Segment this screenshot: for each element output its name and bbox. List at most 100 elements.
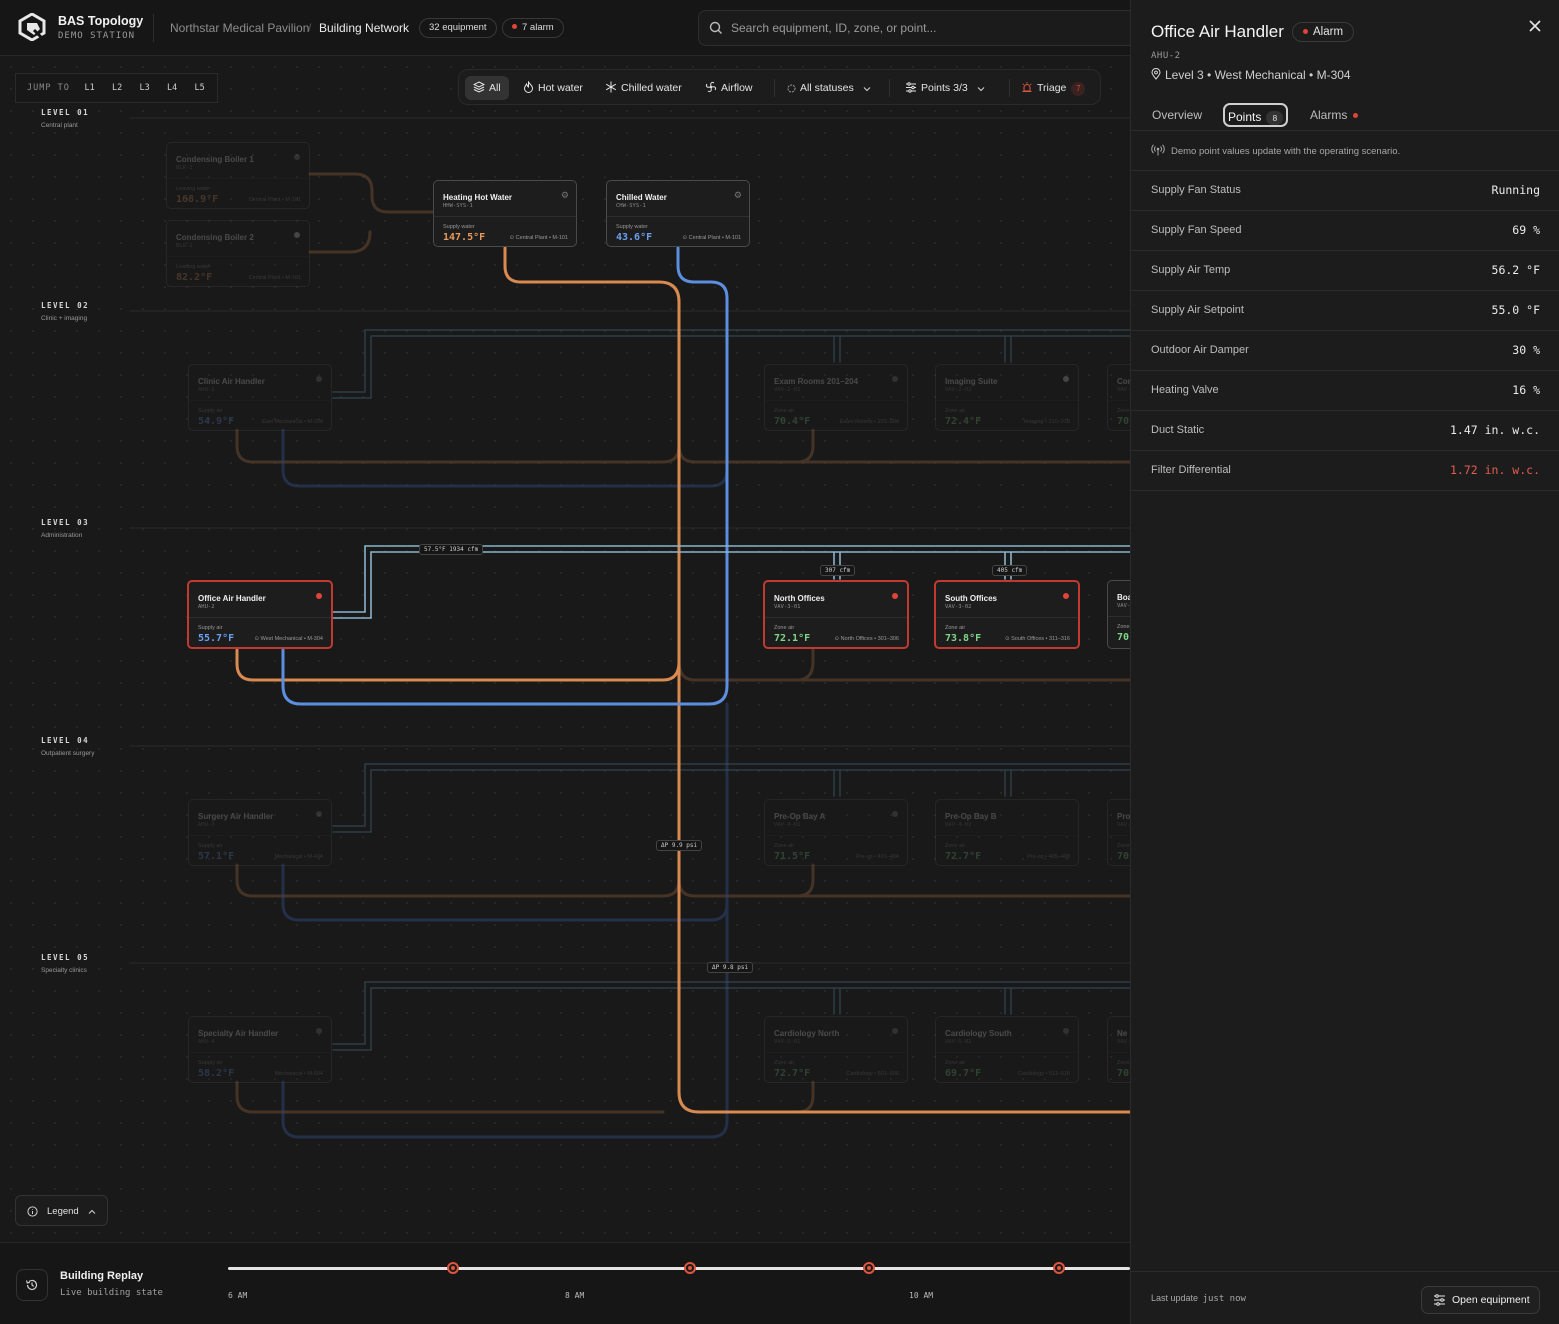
chw-supply-riser [281,246,729,706]
equipment-card-imaging-suite[interactable]: Imaging Suite VAV-2-02 Zone air 72.4°F Ima… [935,364,1079,431]
timeline-alarm-marker[interactable] [863,1262,875,1274]
timeline-tick-label: 10 AM [909,1291,934,1300]
jump-to-label: JUMP TO [27,83,70,93]
location-pin-label: ⊙ South Offices • 311–316 [1004,636,1070,642]
level-subtitle-2: Clinic + imaging [41,315,88,322]
equipment-card-exam-rooms[interactable]: Exam Rooms 201–204 VAV-2-01 Zone air 70.4°… [764,364,908,431]
open-equipment-button[interactable]: Open equipment [1421,1286,1540,1314]
north-airflow-tag: 307 cfm [820,565,856,576]
timeline-alarm-marker[interactable] [684,1262,696,1274]
equipment-card-preop-b[interactable]: Pre-Op Bay B VAV-4-02 Zone air 72.7°F Pre-… [935,799,1079,866]
equipment-detail-panel: Office Air Handler Alarm AHU-2 Level 3 •… [1130,0,1559,1324]
hot-zone-drop [795,645,815,682]
breadcrumb-separator: / [308,21,312,35]
level-title-5: LEVEL 05 [41,953,90,962]
hot-branch-l4-zones [677,878,1130,898]
replay-title: Building Replay [60,1270,144,1282]
tab-alarms[interactable]: Alarms [1306,103,1362,127]
point-row[interactable]: Supply Air Setpoint 55.0 °F [1131,291,1559,331]
equipment-card-heating-hot-water[interactable]: Heating Hot Water HHW-SYS-1 ⚙ Supply wate… [433,180,577,247]
timeline-alarm-marker[interactable] [1053,1262,1065,1274]
point-value: 69 % [1512,223,1540,237]
info-icon [27,1206,38,1217]
filter-chilled-water-button[interactable]: Chilled water [599,76,688,100]
filter-all-button[interactable]: All [465,76,509,100]
point-name: Supply Fan Status [1151,184,1241,196]
timeline-alarm-marker[interactable] [447,1262,459,1274]
gear-icon: ⚙ [560,190,569,200]
equipment-card-boiler-2[interactable]: Condensing Boiler 2 BLR-2 Leaving water 82… [166,220,310,287]
timeline-tick-label: 6 AM [228,1291,248,1300]
point-name: Supply Fan Speed [1151,224,1242,236]
point-value: 16 % [1512,383,1540,397]
jump-level-1[interactable]: L1 [76,83,104,93]
close-panel-button[interactable] [1526,16,1544,36]
hot-return-zones [677,660,1130,682]
jump-level-3[interactable]: L3 [131,83,159,93]
app-subtitle: DEMO STATION [58,31,136,41]
snowflake-icon [605,81,617,93]
equipment-card-office-ahu[interactable]: Office Air Handler AHU-2 Supply air 55.7°F… [187,580,333,649]
point-row[interactable]: Supply Fan Speed 69 % [1131,211,1559,251]
points-count-badge: 8 [1266,111,1284,125]
point-row[interactable]: Supply Fan Status Running [1131,171,1559,211]
filter-hot-water-button[interactable]: Hot water [517,76,589,100]
chilled-branch-l5 [281,1080,729,1139]
replay-subtitle: Live building state [60,1288,163,1298]
air-drop [833,769,1012,797]
tab-points[interactable]: Points 8 [1223,103,1289,127]
point-row[interactable]: Heating Valve 16 % [1131,371,1559,411]
point-value: 30 % [1512,343,1540,357]
jump-level-2[interactable]: L2 [103,83,131,93]
hot-branch-l2 [235,428,681,464]
alarm-dot-icon [1353,113,1359,118]
siren-icon [1022,82,1032,92]
point-row[interactable]: Outdoor Air Damper 30 % [1131,331,1559,371]
jump-level-4[interactable]: L4 [158,83,186,93]
status-dot [294,232,300,238]
equipment-card-preop-a[interactable]: Pre-Op Bay A VAV-4-01 Zone air 71.5°F Pre-… [764,799,908,866]
point-name: Supply Air Setpoint [1151,304,1244,316]
panel-title: Office Air Handler [1151,22,1284,41]
level-subtitle-3: Administration [41,532,83,539]
equipment-card-clinic-ahu[interactable]: Clinic Air Handler AHU-1 Supply air 54.9°F… [188,364,332,431]
point-row[interactable]: Supply Air Temp 56.2 °F [1131,251,1559,291]
level-title-1: LEVEL 01 [41,108,90,117]
points-list: Supply Fan Status Running Supply Fan Speed… [1131,171,1559,491]
triage-button[interactable]: Triage 7 [1015,76,1091,100]
app-title: BAS Topology [58,14,144,28]
equipment-card-cardiology-south[interactable]: Cardiology South VAV-5-02 Zone air 69.7°F … [935,1016,1079,1083]
level-subtitle-5: Specialty clinics [41,967,87,974]
equipment-card-chilled-water[interactable]: Chilled Water CHW-SYS-1 ⚙ Supply water 43.… [606,180,750,247]
tab-overview[interactable]: Overview [1148,103,1206,127]
equipment-card-boiler-1[interactable]: Condensing Boiler 1 BLR-1 Leaving water 16… [166,142,310,209]
point-name: Outdoor Air Damper [1151,344,1249,356]
equipment-card-north-offices[interactable]: North Offices VAV-3-01 Zone air 72.1°F ⊙ N… [763,580,909,649]
legend-button[interactable]: Legend [15,1195,108,1226]
app-logo-icon [18,13,46,41]
fan-icon [705,81,717,93]
point-row[interactable]: Filter Differential 1.72 in. w.c. [1131,451,1559,491]
breadcrumb-site[interactable]: Northstar Medical Pavilion [170,21,309,35]
building-replay-bar: Building Replay Live building state 6 AM… [0,1242,1130,1324]
timeline-track[interactable] [228,1267,1130,1270]
points-filter-dropdown[interactable]: Points 3/3 [899,76,991,100]
alarm-dot-icon [512,24,517,29]
search-input[interactable] [731,18,1131,38]
history-icon[interactable] [16,1269,48,1301]
hot-branch-l2-zones [677,444,1130,464]
search-box[interactable] [698,10,1148,46]
equipment-card-surgery-ahu[interactable]: Surgery Air Handler AHU-3 Supply air 57.1°… [188,799,332,866]
point-row[interactable]: Duct Static 1.47 in. w.c. [1131,411,1559,451]
filter-airflow-button[interactable]: Airflow [699,76,759,100]
alarm-count-badge[interactable]: 7 alarm [502,18,564,38]
equipment-card-cardiology-north[interactable]: Cardiology North VAV-5-01 Zone air 72.7°F … [764,1016,908,1083]
search-icon [709,21,722,34]
level-subtitle-4: Outpatient surgery [41,750,95,757]
flame-icon [523,81,534,93]
jump-level-5[interactable]: L5 [186,83,214,93]
equipment-card-specialty-ahu[interactable]: Specialty Air Handler AHU-4 Supply air 58.… [188,1016,332,1083]
equipment-card-south-offices[interactable]: South Offices VAV-3-02 Zone air 73.8°F ⊙ S… [934,580,1080,649]
status-filter-dropdown[interactable]: All statuses [781,76,877,100]
point-name: Heating Valve [1151,384,1219,396]
